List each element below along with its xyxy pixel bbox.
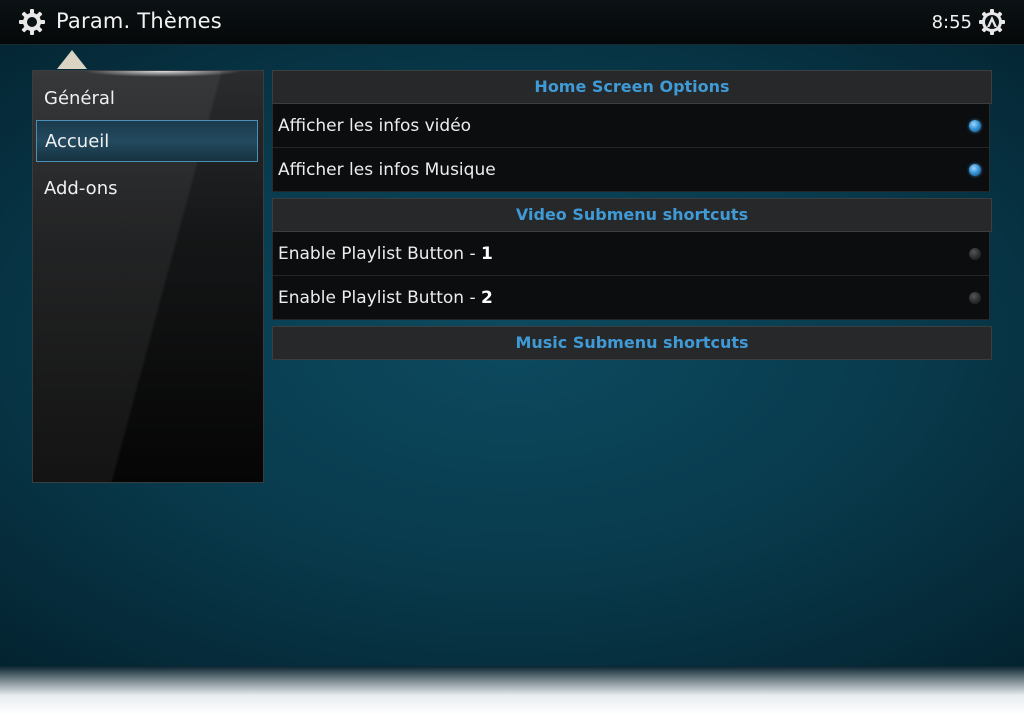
bottom-reflection: [0, 666, 1024, 715]
setting-label: Enable Playlist Button -: [278, 244, 482, 264]
sidebar-glow: [83, 71, 243, 77]
setting-label: Afficher les infos Musique: [278, 160, 496, 180]
setting-label: Enable Playlist Button -: [278, 288, 482, 308]
sidebar-item-accueil[interactable]: Accueil: [36, 120, 258, 162]
setting-row-playlist-1[interactable]: Enable Playlist Button - 1: [272, 232, 990, 276]
sidebar-item-general[interactable]: Général: [36, 78, 258, 120]
gear-icon: [19, 9, 45, 35]
page-title: Param. Thèmes: [56, 9, 222, 33]
menu-pointer: [57, 50, 87, 69]
category-sidebar: Général Accueil Add-ons: [32, 70, 264, 483]
setting-number: 2: [481, 288, 493, 308]
kodi-logo-icon[interactable]: [978, 8, 1006, 36]
clock: 8:55: [931, 12, 972, 33]
section-header-music-submenu: Music Submenu shortcuts: [272, 326, 992, 360]
setting-row-music-info[interactable]: Afficher les infos Musique: [272, 148, 990, 192]
setting-label: Afficher les infos vidéo: [278, 116, 472, 136]
section-header-home-screen: Home Screen Options: [272, 70, 992, 104]
radio-off-icon[interactable]: [969, 292, 981, 304]
setting-row-video-info[interactable]: Afficher les infos vidéo: [272, 104, 990, 148]
radio-off-icon[interactable]: [969, 248, 981, 260]
radio-on-icon[interactable]: [969, 164, 981, 176]
setting-row-playlist-2[interactable]: Enable Playlist Button - 2: [272, 276, 990, 320]
section-header-video-submenu: Video Submenu shortcuts: [272, 198, 992, 232]
sidebar-item-addons[interactable]: Add-ons: [36, 168, 258, 210]
header-bar: Param. Thèmes 8:55: [0, 0, 1024, 45]
radio-on-icon[interactable]: [969, 120, 981, 132]
setting-number: 1: [481, 244, 493, 264]
